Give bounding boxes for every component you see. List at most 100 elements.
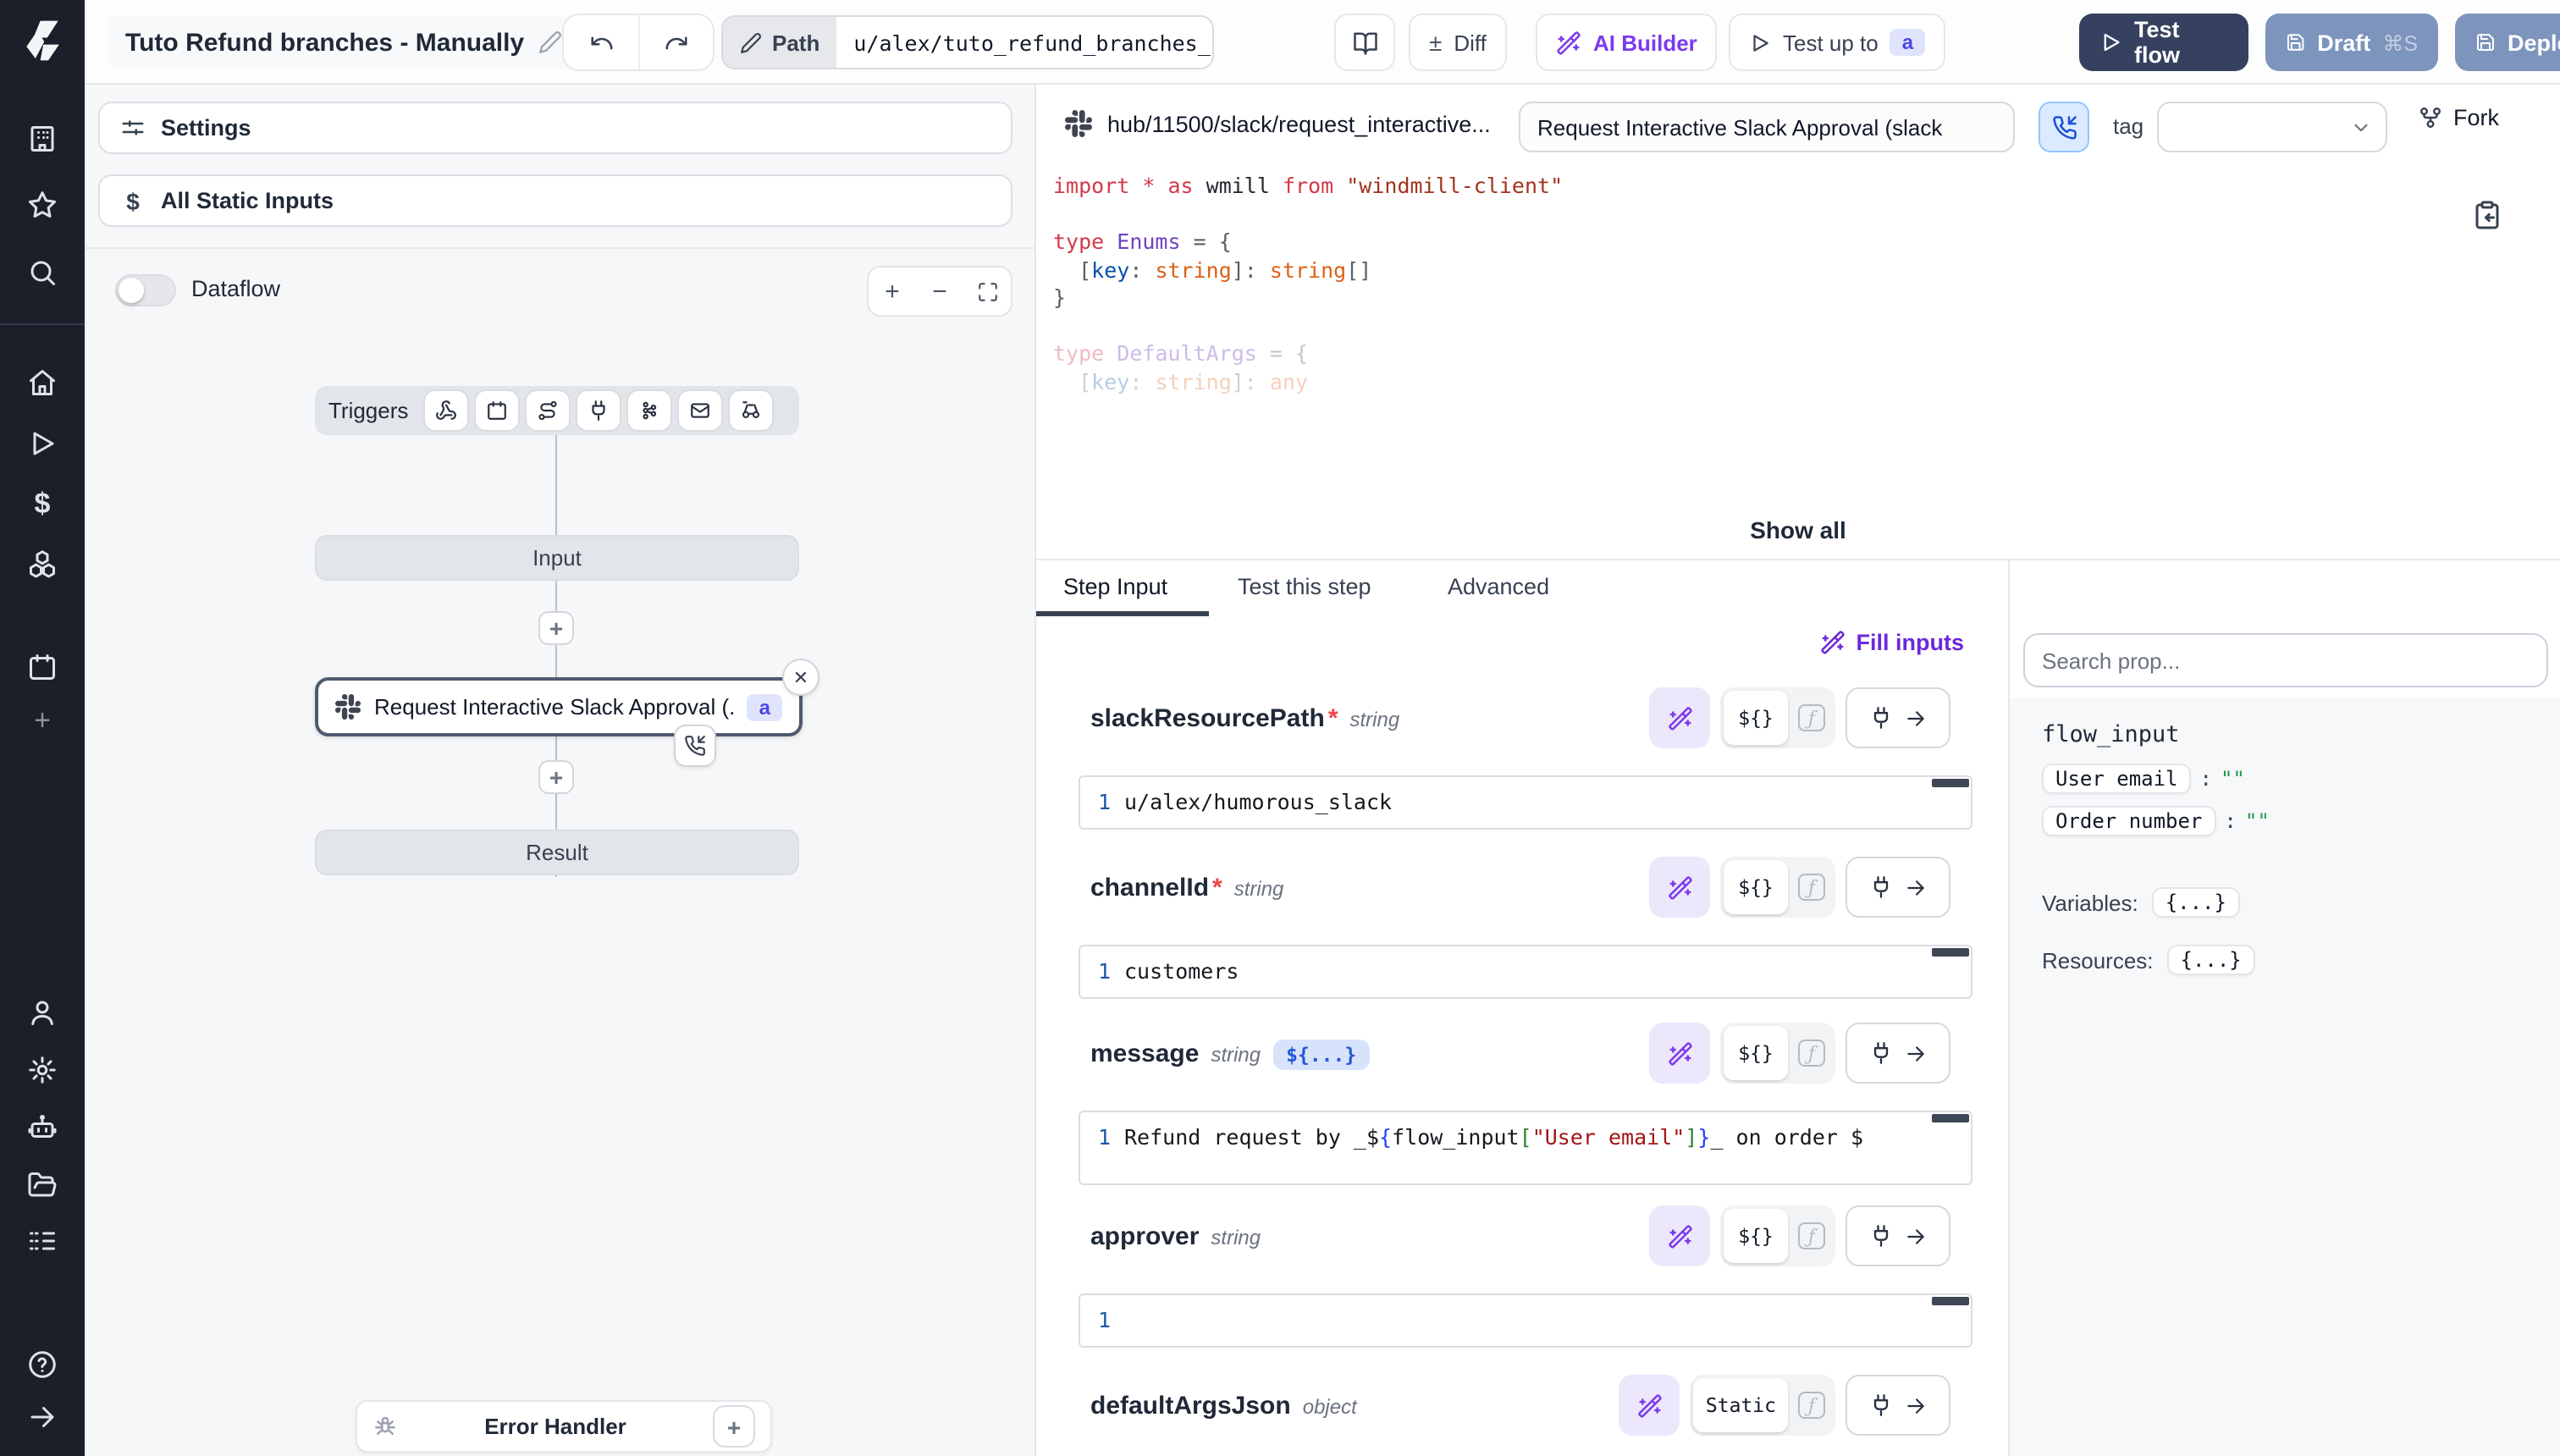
webhook-trigger-icon[interactable] bbox=[425, 391, 467, 430]
flow-input-root[interactable]: flow_input bbox=[2042, 721, 2560, 748]
field-value-editor[interactable]: 1 bbox=[1079, 1293, 1972, 1348]
ai-builder-button[interactable]: AI Builder bbox=[1536, 14, 1718, 71]
connect-input-button[interactable] bbox=[1846, 1375, 1950, 1436]
audit-logs-icon[interactable] bbox=[27, 1226, 58, 1256]
dataflow-toggle[interactable] bbox=[115, 274, 176, 306]
slack-approval-step-node[interactable]: Request Interactive Slack Approval (... … bbox=[315, 677, 803, 736]
schedules-calendar-icon[interactable] bbox=[27, 652, 58, 682]
error-handler-node[interactable]: Error Handler + bbox=[356, 1400, 772, 1453]
ai-fill-button[interactable] bbox=[1619, 1375, 1680, 1436]
search-icon[interactable] bbox=[27, 257, 58, 288]
expr-mode-selected[interactable]: ${} bbox=[1724, 691, 1788, 745]
edit-title-pencil-icon[interactable] bbox=[538, 30, 561, 54]
expr-mode-selected[interactable]: ${} bbox=[1724, 1026, 1788, 1080]
code-editor-preview[interactable]: import * as wmill from "windmill-client"… bbox=[1036, 173, 2560, 559]
connect-input-button[interactable] bbox=[1846, 857, 1950, 918]
path-input[interactable]: u/alex/tuto_refund_branches_ bbox=[836, 17, 1212, 68]
runs-icon[interactable] bbox=[27, 428, 58, 459]
docs-book-button[interactable] bbox=[1334, 14, 1395, 71]
ai-fill-button[interactable] bbox=[1649, 1205, 1710, 1266]
variables-expand-chip[interactable]: {...} bbox=[2152, 887, 2240, 918]
prop-key-chip[interactable]: User email bbox=[2042, 764, 2192, 794]
triggers-node[interactable]: Triggers bbox=[315, 386, 799, 435]
field-value-editor[interactable]: 1 u/alex/humorous_slack bbox=[1079, 775, 1972, 830]
resources-section: Resources: {...} bbox=[2042, 945, 2560, 975]
help-icon[interactable] bbox=[27, 1349, 58, 1380]
workspace-icon[interactable] bbox=[27, 124, 58, 154]
redo-button[interactable] bbox=[638, 15, 713, 69]
scrollbar-thumb[interactable] bbox=[1932, 948, 1969, 957]
create-plus-icon[interactable]: + bbox=[27, 704, 58, 735]
path-label[interactable]: Path bbox=[723, 17, 836, 68]
connect-input-button[interactable] bbox=[1846, 1205, 1950, 1266]
favorites-star-icon[interactable] bbox=[27, 190, 58, 220]
fill-inputs-button[interactable]: Fill inputs bbox=[1036, 630, 1964, 655]
function-mode-icon[interactable]: ƒ bbox=[1791, 1212, 1832, 1260]
add-step-button-bottom[interactable]: + bbox=[538, 760, 574, 794]
connect-input-button[interactable] bbox=[1846, 1023, 1950, 1084]
resources-boxes-icon[interactable] bbox=[27, 549, 58, 579]
zoom-out-button[interactable]: − bbox=[921, 273, 958, 310]
add-error-handler-button[interactable]: + bbox=[713, 1405, 755, 1448]
field-value-editor[interactable]: 1 Refund request by _${flow_input["User … bbox=[1079, 1111, 1972, 1185]
poll-trigger-icon[interactable] bbox=[730, 391, 772, 430]
result-node[interactable]: Result bbox=[315, 830, 799, 875]
deploy-button[interactable]: Deploy bbox=[2455, 14, 2560, 71]
variables-dollar-icon[interactable]: $ bbox=[27, 488, 58, 518]
suspend-approval-button[interactable] bbox=[2039, 102, 2089, 152]
input-node[interactable]: Input bbox=[315, 535, 799, 581]
fit-view-button[interactable] bbox=[968, 273, 1006, 310]
static-mode-selected[interactable]: Static bbox=[1694, 1378, 1788, 1432]
tab-test-this-step[interactable]: Test this step bbox=[1238, 574, 1371, 599]
hub-script-path[interactable]: hub/11500/slack/request_interactive... bbox=[1065, 110, 1491, 137]
field-approver: approver string ${} ƒ 1 bbox=[1036, 1205, 2008, 1375]
resources-expand-chip[interactable]: {...} bbox=[2167, 945, 2255, 975]
zoom-in-button[interactable]: + bbox=[874, 273, 911, 310]
expr-mode-selected[interactable]: ${} bbox=[1724, 860, 1788, 914]
all-static-inputs-row[interactable]: $ All Static Inputs bbox=[98, 174, 1012, 227]
test-flow-button[interactable]: Test flow bbox=[2079, 14, 2248, 71]
settings-gear-icon[interactable] bbox=[27, 1055, 58, 1085]
websocket-trigger-icon[interactable] bbox=[577, 391, 620, 430]
delete-step-button[interactable]: ✕ bbox=[782, 659, 819, 696]
scrollbar-thumb[interactable] bbox=[1932, 779, 1969, 787]
draft-button[interactable]: Draft⌘S bbox=[2265, 14, 2438, 71]
email-trigger-icon[interactable] bbox=[679, 391, 721, 430]
connect-input-button[interactable] bbox=[1846, 687, 1950, 748]
copy-code-icon[interactable] bbox=[2472, 200, 2502, 230]
function-mode-icon[interactable]: ƒ bbox=[1791, 1029, 1832, 1077]
step-name-input[interactable]: Request Interactive Slack Approval (slac… bbox=[1519, 102, 2015, 152]
folders-icon[interactable] bbox=[27, 1170, 58, 1200]
function-mode-icon[interactable]: ƒ bbox=[1791, 863, 1832, 911]
step-id-badge: a bbox=[748, 693, 782, 720]
ai-fill-button[interactable] bbox=[1649, 687, 1710, 748]
workers-robot-icon[interactable] bbox=[27, 1112, 58, 1143]
settings-row[interactable]: Settings bbox=[98, 102, 1012, 154]
test-up-to-button[interactable]: Test up toa bbox=[1729, 14, 1945, 71]
function-mode-icon[interactable]: ƒ bbox=[1791, 694, 1832, 742]
windmill-logo-icon[interactable] bbox=[19, 17, 66, 64]
prop-key-chip[interactable]: Order number bbox=[2042, 806, 2215, 836]
scrollbar-thumb[interactable] bbox=[1932, 1297, 1969, 1305]
schedule-trigger-icon[interactable] bbox=[476, 391, 518, 430]
function-mode-icon[interactable]: ƒ bbox=[1791, 1382, 1832, 1429]
add-step-button-top[interactable]: + bbox=[538, 611, 574, 645]
field-value-editor[interactable]: 1 customers bbox=[1079, 945, 1972, 999]
kafka-trigger-icon[interactable] bbox=[628, 391, 670, 430]
scrollbar-thumb[interactable] bbox=[1932, 1114, 1969, 1122]
fork-button[interactable]: Fork bbox=[2418, 105, 2499, 130]
user-icon[interactable] bbox=[27, 997, 58, 1028]
ai-fill-button[interactable] bbox=[1649, 857, 1710, 918]
search-prop-input[interactable] bbox=[2042, 648, 2530, 673]
expand-rail-arrow-icon[interactable] bbox=[27, 1402, 58, 1432]
tab-step-input[interactable]: Step Input bbox=[1063, 574, 1167, 599]
ai-fill-button[interactable] bbox=[1649, 1023, 1710, 1084]
show-all-button[interactable]: Show all bbox=[1036, 516, 2560, 543]
http-route-trigger-icon[interactable] bbox=[527, 391, 569, 430]
tab-advanced[interactable]: Advanced bbox=[1448, 574, 1549, 599]
home-icon[interactable] bbox=[27, 367, 58, 398]
tag-select[interactable] bbox=[2157, 102, 2387, 152]
undo-button[interactable] bbox=[564, 15, 638, 69]
diff-button[interactable]: ±Diff bbox=[1409, 14, 1507, 71]
expr-mode-selected[interactable]: ${} bbox=[1724, 1209, 1788, 1263]
